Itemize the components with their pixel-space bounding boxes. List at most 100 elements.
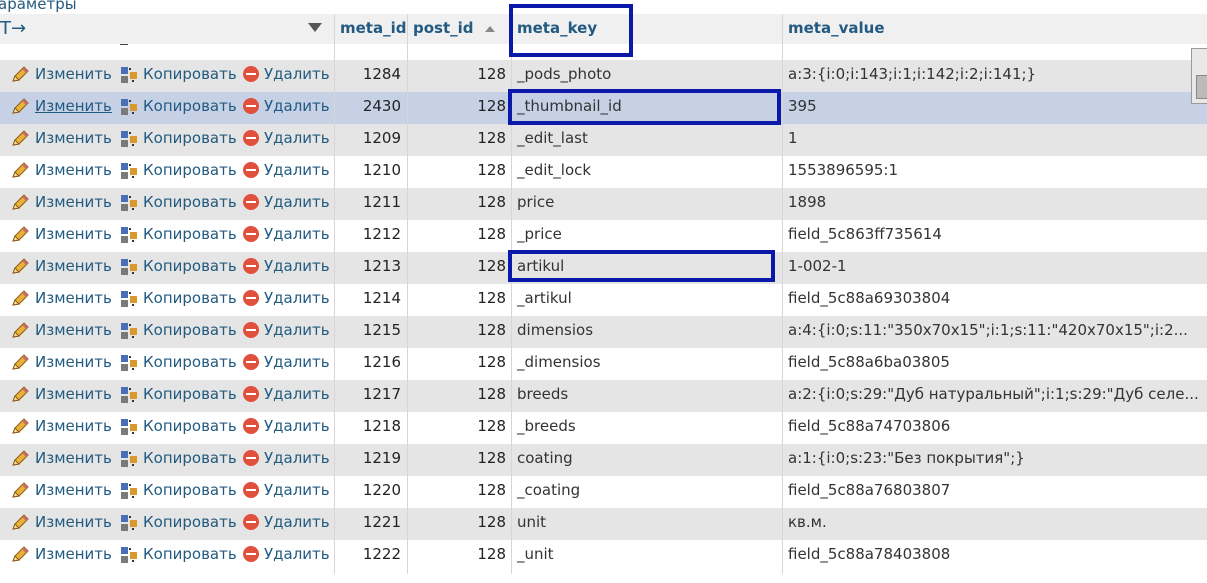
edit-link[interactable]: Изменить xyxy=(10,316,112,344)
edit-link[interactable]: Изменить xyxy=(10,348,112,376)
delete-link[interactable]: Удалить xyxy=(243,508,330,536)
copy-link[interactable]: Копировать xyxy=(120,348,237,376)
cell-meta-key[interactable]: artikul xyxy=(517,252,777,284)
copy-link[interactable]: Копировать xyxy=(120,412,237,440)
cell-meta-value[interactable]: a:2:{i:0;s:29:"Дуб натуральный";i:1;s:29… xyxy=(788,380,1198,412)
chevron-down-icon[interactable] xyxy=(308,23,322,32)
copy-link[interactable]: Копировать xyxy=(120,156,237,184)
cell-meta-key[interactable]: dimensios xyxy=(517,316,777,348)
copy-link[interactable]: Копировать xyxy=(120,188,237,216)
cell-meta-key[interactable]: coating xyxy=(517,444,777,476)
edit-link[interactable]: Изменить xyxy=(10,220,112,248)
cell-meta-value[interactable]: a:1:{i:0;s:23:"Без покрытия";} xyxy=(788,444,1198,476)
cell-meta-key[interactable]: breeds xyxy=(517,380,777,412)
column-header-meta-id[interactable]: meta_id xyxy=(335,14,407,44)
table-row[interactable]: Изменить Копировать Удалить 1213 128 artikul 1… xyxy=(0,252,1207,284)
table-row[interactable]: Изменить Копировать Удалить 1214 128 _artikul… xyxy=(0,284,1207,316)
copy-link[interactable]: Копировать xyxy=(120,444,237,472)
copy-link[interactable]: Копировать xyxy=(120,540,237,568)
cell-meta-key[interactable]: _edit_last xyxy=(517,124,777,156)
cell-meta-value[interactable]: 1898 xyxy=(788,188,1198,220)
delete-link[interactable]: Удалить xyxy=(243,444,330,472)
cell-meta-key[interactable]: _artikul xyxy=(517,284,777,316)
delete-link[interactable]: Удалить xyxy=(243,284,330,312)
cell-meta-value[interactable]: 1553896595:1 xyxy=(788,156,1198,188)
edit-link[interactable]: Изменить xyxy=(10,444,112,472)
table-row[interactable]: Изменить Копировать Удалить 1209 128 _edit_la… xyxy=(0,124,1207,156)
cell-meta-key[interactable]: price xyxy=(517,188,777,220)
cell-meta-value[interactable]: кв.м. xyxy=(788,508,1198,540)
table-row[interactable]: Изменить Копировать Удалить 1212 128 _price fi… xyxy=(0,220,1207,252)
delete-link[interactable]: Удалить xyxy=(243,188,330,216)
column-toggle-arrows[interactable]: T→ xyxy=(0,14,26,44)
delete-link[interactable]: Удалить xyxy=(243,60,330,88)
delete-link[interactable]: Удалить xyxy=(243,540,330,568)
delete-link[interactable]: Удалить xyxy=(243,92,330,120)
table-row[interactable]: Изменить Копировать Удалить 1222 128 _unit fie… xyxy=(0,540,1207,572)
delete-link[interactable]: Удалить xyxy=(243,380,330,408)
table-row[interactable]: Изменить Копировать Удалить 1215 128 dimensio… xyxy=(0,316,1207,348)
copy-link[interactable]: Копировать xyxy=(120,380,237,408)
cell-meta-key[interactable]: _breeds xyxy=(517,412,777,444)
edit-link[interactable]: Изменить xyxy=(10,92,112,120)
copy-link[interactable]: Копировать xyxy=(120,284,237,312)
scroll-control[interactable] xyxy=(1191,48,1207,104)
cell-meta-value[interactable]: a:3:{i:0;i:143;i:1;i:142;i:2;i:141;} xyxy=(788,60,1198,92)
edit-link[interactable]: Изменить xyxy=(10,252,112,280)
edit-link[interactable]: Изменить xyxy=(10,508,112,536)
cell-meta-key[interactable]: _unit xyxy=(517,540,777,572)
cell-meta-value[interactable]: field_5c863ff735614 xyxy=(788,220,1198,252)
cell-meta-key[interactable]: _pods_photo xyxy=(517,60,777,92)
delete-link[interactable]: Удалить xyxy=(243,412,330,440)
delete-link[interactable]: Удалить xyxy=(243,156,330,184)
table-row[interactable]: Изменить Копировать Удалить 1219 128 coating a… xyxy=(0,444,1207,476)
delete-link[interactable]: Удалить xyxy=(243,348,330,376)
table-row[interactable]: Изменить Копировать Удалить 1220 128 _coating… xyxy=(0,476,1207,508)
scroll-handle[interactable] xyxy=(1196,75,1207,99)
table-row[interactable]: Изменить Копировать Удалить 1216 128 _dimensi… xyxy=(0,348,1207,380)
delete-link[interactable]: Удалить xyxy=(243,316,330,344)
copy-link[interactable]: Копировать xyxy=(120,92,237,120)
cell-meta-value[interactable]: field_5c88a69303804 xyxy=(788,284,1198,316)
edit-link[interactable]: Изменить xyxy=(10,284,112,312)
table-row[interactable]: Изменить Копировать Удалить 1211 128 price 189… xyxy=(0,188,1207,220)
edit-link[interactable]: Изменить xyxy=(10,124,112,152)
column-header-meta-value[interactable]: meta_value xyxy=(783,14,1203,44)
copy-link[interactable]: Копировать xyxy=(120,316,237,344)
cell-meta-key[interactable]: unit xyxy=(517,508,777,540)
copy-link[interactable]: Копировать xyxy=(120,60,237,88)
cell-meta-value[interactable]: 1-002-1 xyxy=(788,252,1198,284)
cell-meta-key[interactable]: _thumbnail_id xyxy=(517,92,777,124)
cell-meta-key[interactable]: _dimensios xyxy=(517,348,777,380)
edit-link[interactable]: Изменить xyxy=(10,156,112,184)
delete-link[interactable]: Удалить xyxy=(243,124,330,152)
delete-link[interactable]: Удалить xyxy=(243,220,330,248)
cell-meta-key[interactable]: _edit_lock xyxy=(517,156,777,188)
cell-meta-value[interactable]: a:4:{i:0;s:11:"350x70x15";i:1;s:11:"420x… xyxy=(788,316,1198,348)
edit-link[interactable]: Изменить xyxy=(10,188,112,216)
cell-meta-key[interactable]: _coating xyxy=(517,476,777,508)
edit-link[interactable]: Изменить xyxy=(10,412,112,440)
column-header-meta-key[interactable]: meta_key xyxy=(512,14,782,44)
options-label[interactable]: араметры xyxy=(0,0,77,13)
cell-meta-value[interactable]: field_5c88a76803807 xyxy=(788,476,1198,508)
edit-link[interactable]: Изменить xyxy=(10,380,112,408)
copy-link[interactable]: Копировать xyxy=(120,124,237,152)
copy-link[interactable]: Копировать xyxy=(120,476,237,504)
delete-link[interactable]: Удалить xyxy=(243,252,330,280)
copy-link[interactable]: Копировать xyxy=(120,252,237,280)
copy-link[interactable]: Копировать xyxy=(120,220,237,248)
table-row[interactable]: Изменить Копировать Удалить 1210 128 _edit_lo… xyxy=(0,156,1207,188)
copy-link[interactable]: Копировать xyxy=(120,508,237,536)
cell-meta-key[interactable]: _price xyxy=(517,220,777,252)
table-row[interactable]: Изменить Копировать Удалить 1221 128 unit кв.м… xyxy=(0,508,1207,540)
edit-link[interactable]: Изменить xyxy=(10,476,112,504)
cell-meta-value[interactable]: field_5c88a74703806 xyxy=(788,412,1198,444)
edit-link[interactable]: Изменить xyxy=(10,540,112,568)
edit-link[interactable]: Изменить xyxy=(10,60,112,88)
table-row[interactable]: Изменить Копировать Удалить 1284 128 _pods_ph… xyxy=(0,60,1207,92)
table-row[interactable]: Изменить Копировать Удалить 2430 128 _thumbna… xyxy=(0,92,1207,124)
sort-ascending-icon[interactable] xyxy=(485,26,495,32)
cell-meta-value[interactable]: field_5c88a6ba03805 xyxy=(788,348,1198,380)
cell-meta-value[interactable]: 1 xyxy=(788,124,1198,156)
